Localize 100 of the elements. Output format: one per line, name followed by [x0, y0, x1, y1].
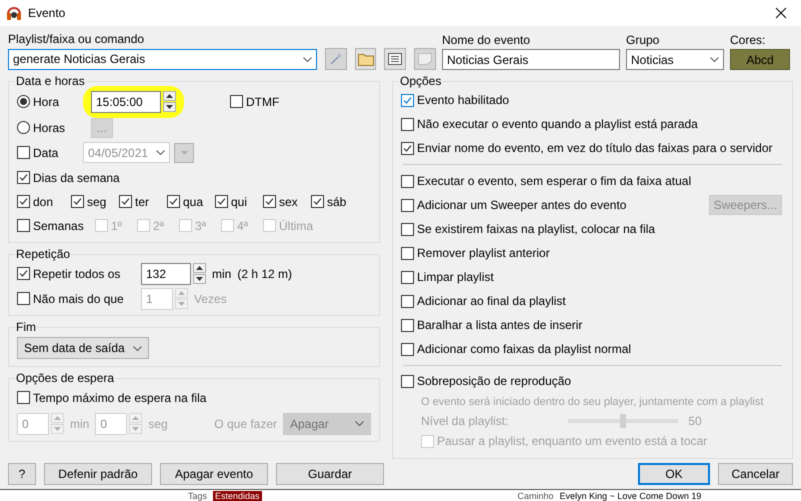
group-title: Data e horas [15, 74, 86, 88]
checkbox[interactable] [401, 342, 414, 356]
slider-thumb[interactable] [620, 414, 626, 428]
dialog-button[interactable]: Cancelar [718, 463, 793, 485]
tag-label: Estendidas [213, 490, 262, 500]
checkbox[interactable] [401, 142, 414, 154]
checkbox[interactable] [401, 222, 414, 236]
unit-label: min [70, 416, 90, 430]
end-select[interactable]: Sem data de saída [17, 337, 149, 359]
checkbox[interactable] [401, 294, 414, 308]
checkbox[interactable] [17, 195, 30, 208]
checkbox-label: Semanas [33, 218, 84, 232]
path-label: Caminho [518, 490, 554, 500]
close-icon[interactable] [775, 7, 787, 19]
checkbox-label: qua [183, 194, 204, 208]
spin-up-button[interactable] [193, 263, 206, 273]
checkbox[interactable] [401, 174, 414, 188]
chevron-down-icon [710, 57, 719, 62]
field-label: Cores: [730, 33, 766, 47]
dialog-button[interactable]: ? [8, 463, 36, 485]
list-button[interactable] [384, 48, 406, 70]
caret-down-icon [196, 277, 203, 281]
radio-label: Hora [33, 94, 60, 108]
checkbox[interactable] [311, 195, 324, 208]
caret-up-icon [196, 266, 203, 270]
field-label: Grupo [626, 33, 660, 47]
group-title: Fim [15, 320, 37, 334]
field-label: O que fazer [214, 416, 277, 430]
checkbox-label: Executar o evento, sem esperar o fim da faixa atual [417, 174, 692, 188]
checkbox[interactable] [215, 195, 228, 208]
checkbox[interactable] [167, 195, 180, 208]
radio-button[interactable] [17, 95, 30, 108]
caret-down-icon [178, 302, 185, 306]
event-name-field[interactable]: Noticias Gerais [442, 49, 620, 70]
checkbox-label: ter [135, 194, 150, 208]
checkbox-label: Se existirem faixas na playlist, colocar na fila [417, 222, 656, 236]
caret-down-icon [166, 105, 173, 109]
tags-label: Tags [188, 490, 208, 500]
checkbox[interactable] [119, 195, 132, 208]
checkbox[interactable] [401, 118, 414, 130]
note-text: O evento será iniciado dentro do seu player, juntamente com a playlist [421, 395, 764, 410]
dialog-button[interactable]: Defenir padrão [44, 463, 152, 485]
group-combo[interactable]: Noticias [626, 49, 724, 70]
caret-up-icon [132, 416, 140, 420]
checkbox[interactable] [263, 195, 276, 208]
spin-down-button[interactable] [193, 274, 206, 284]
radio-label: Horas [33, 120, 66, 134]
spin-down-button[interactable] [163, 102, 176, 112]
checkbox-label: Não mais do que [33, 292, 124, 306]
checkbox[interactable] [17, 267, 30, 280]
dialog-button[interactable]: Guardar [276, 463, 384, 485]
group-title: Opções [399, 74, 442, 88]
checkbox-label: 4ª [237, 218, 248, 232]
checkbox[interactable] [17, 219, 30, 232]
checkbox[interactable] [401, 94, 414, 106]
group-title: Repetição [15, 247, 72, 261]
caret-down-icon [54, 427, 61, 431]
checkbox[interactable] [401, 318, 414, 332]
dialog-button[interactable]: OK [638, 463, 710, 485]
checkbox-label: Pausar a playlist, enquanto um evento está a tocar [437, 434, 708, 448]
checkbox[interactable] [17, 292, 30, 305]
checkbox-label: don [33, 194, 54, 208]
checkbox[interactable] [17, 391, 30, 404]
checkbox-label: sex [279, 194, 298, 208]
folder-icon [358, 52, 374, 66]
unit-label: seg [148, 416, 168, 430]
checkbox-label: Repetir todos os [33, 266, 120, 280]
unit-label: min [212, 266, 232, 280]
checkbox-label: sáb [327, 194, 346, 208]
checkbox-label: qui [231, 194, 248, 208]
command-combo[interactable]: generate Noticias Gerais [8, 48, 317, 70]
checkbox-label: 1º [111, 218, 122, 232]
color-button[interactable]: Abcd [730, 49, 790, 70]
window-title: Evento [28, 6, 66, 20]
caret-up-icon [54, 416, 61, 420]
slider-value: 50 [688, 414, 702, 428]
group-title: Opções de espera [15, 371, 116, 385]
caret-down-icon [132, 427, 140, 431]
slider-label: Nível da playlist: [421, 414, 508, 428]
checkbox-label: Dias da semana [33, 170, 120, 184]
dialog-button[interactable]: Apagar evento [160, 463, 268, 485]
checkbox[interactable] [401, 246, 414, 260]
note-icon [418, 53, 432, 65]
checkbox-label: Enviar nome do evento, em vez do título das faixas para o servidor [417, 141, 773, 155]
checkbox-label: 3ª [195, 218, 206, 232]
checkbox[interactable] [230, 95, 243, 108]
checkbox[interactable] [17, 171, 30, 184]
checkbox[interactable] [401, 270, 414, 284]
checkbox[interactable] [401, 198, 414, 212]
checkbox[interactable] [401, 374, 414, 388]
folder-button[interactable] [354, 48, 376, 70]
repeat-field[interactable]: 132 [141, 262, 191, 284]
checkbox-label: DTMF [246, 94, 280, 108]
spin-up-button[interactable] [163, 91, 176, 101]
radio-button[interactable] [17, 121, 30, 134]
time-field[interactable]: 15:05:00 [91, 90, 161, 112]
wand-icon [330, 53, 342, 65]
checkbox-label: Data [33, 146, 58, 160]
checkbox[interactable] [71, 195, 84, 208]
checkbox[interactable] [17, 146, 30, 159]
